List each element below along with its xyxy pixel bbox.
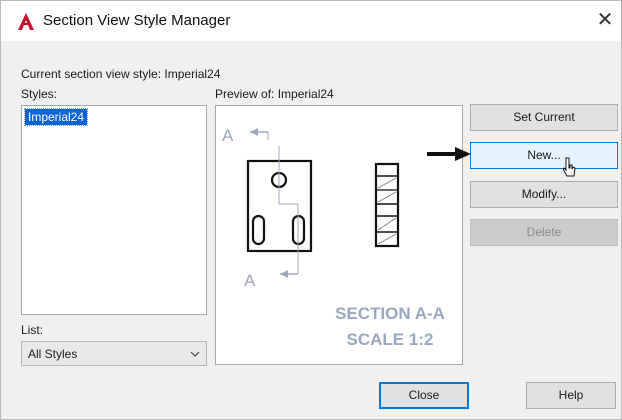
part-slot-left [251,214,266,246]
arrow-left-bottom [280,270,288,278]
preview-caption-title: SECTION A-A [335,304,445,323]
help-button[interactable]: Help [526,382,616,409]
list-item[interactable]: Imperial24 [23,108,89,126]
autocad-icon [18,13,34,30]
list-filter-value: All Styles [28,347,78,361]
preview-label: Preview of: Imperial24 [215,87,334,101]
style-preview-panel: A A SECTION A-A SCALE 1:2 [215,105,463,365]
preview-caption-scale: SCALE 1:2 [347,330,434,349]
view-marker-bottom: A [244,271,256,290]
delete-button[interactable]: Delete [470,219,618,246]
list-filter-select[interactable]: All Styles [21,341,207,366]
section-view [374,162,400,248]
arrow-right-icon [427,147,471,161]
chevron-down-icon [190,351,200,357]
modify-button[interactable]: Modify... [470,181,618,208]
styles-label: Styles: [21,87,58,101]
styles-listbox[interactable]: Imperial24 [21,105,207,315]
new-button[interactable]: New... [470,142,618,169]
set-current-button[interactable]: Set Current [470,104,618,131]
current-style-label: Current section view style: Imperial24 [21,67,221,81]
section-view-style-manager-dialog: Section View Style Manager ✕ Current sec… [0,0,622,420]
arrow-left-top [250,128,258,136]
list-filter-label: List: [21,323,44,337]
section-view-preview-drawing: A A SECTION A-A SCALE 1:2 [222,126,445,349]
mouse-pointer-icon [563,157,576,177]
window-title: Section View Style Manager [43,12,231,29]
view-marker-top: A [222,126,234,145]
close-icon[interactable]: ✕ [593,9,617,33]
title-bar: Section View Style Manager ✕ [1,1,621,41]
close-button[interactable]: Close [379,382,469,409]
